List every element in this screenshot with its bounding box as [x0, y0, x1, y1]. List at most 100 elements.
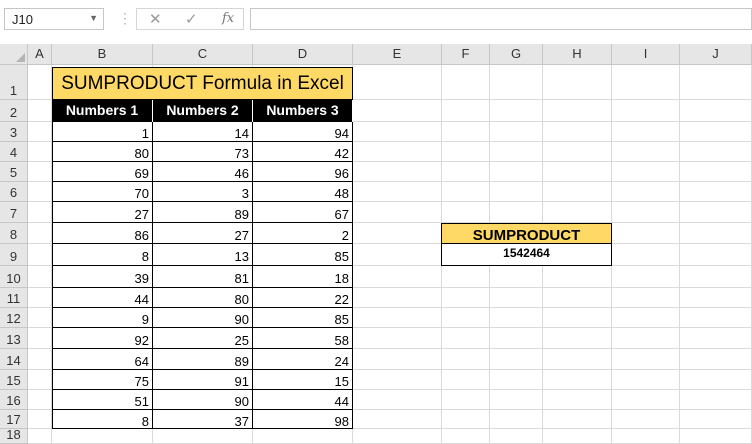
column-header[interactable]: A [28, 44, 52, 65]
row-number: 7 [9, 206, 18, 221]
table-cell[interactable]: 46 [153, 162, 253, 182]
table-cell[interactable]: 13 [153, 244, 253, 266]
row-header[interactable]: 10 [0, 266, 28, 288]
row-header[interactable]: 1 [0, 65, 28, 100]
table-cell[interactable]: 90 [153, 308, 253, 328]
table-cell[interactable]: 91 [153, 370, 253, 390]
table-cell[interactable]: 18 [253, 266, 353, 288]
column-header[interactable]: C [153, 44, 253, 65]
row-header[interactable]: 14 [0, 349, 28, 370]
table-cell[interactable]: 73 [153, 142, 253, 162]
column-title-cell[interactable]: Numbers 3 [253, 100, 353, 122]
row-header[interactable]: 13 [0, 328, 28, 349]
row-header[interactable]: 4 [0, 142, 28, 162]
row-header[interactable]: 6 [0, 182, 28, 202]
check-icon[interactable]: ✓ [185, 10, 198, 28]
table-cell[interactable]: 98 [253, 410, 353, 429]
column-header[interactable]: E [353, 44, 442, 65]
row-header[interactable]: 18 [0, 427, 28, 444]
table-cell[interactable]: 90 [153, 390, 253, 410]
row-number: 3 [9, 125, 18, 140]
table-cell[interactable]: 92 [52, 328, 153, 349]
row-header[interactable]: 9 [0, 244, 28, 266]
column-header[interactable]: I [612, 44, 680, 65]
column-header[interactable]: J [680, 44, 752, 65]
table-cell[interactable]: 96 [253, 162, 353, 182]
formula-input[interactable] [250, 8, 752, 30]
table-cell[interactable]: 81 [153, 266, 253, 288]
chevron-down-icon[interactable]: ▼ [89, 13, 98, 23]
table-cell[interactable]: 39 [52, 266, 153, 288]
table-cell[interactable]: 70 [52, 182, 153, 202]
name-box-value: J10 [12, 12, 33, 27]
row-header[interactable]: 16 [0, 390, 28, 410]
table-cell[interactable]: 85 [253, 308, 353, 328]
table-cell[interactable]: 15 [253, 370, 353, 390]
table-cell[interactable]: 1 [52, 122, 153, 142]
table-cell[interactable]: 86 [52, 223, 153, 244]
table-cell[interactable]: 58 [253, 328, 353, 349]
table-cell[interactable]: 8 [52, 244, 153, 266]
column-header[interactable]: B [52, 44, 153, 65]
table-cell[interactable]: 51 [52, 390, 153, 410]
table-cell[interactable]: 37 [153, 410, 253, 429]
row-number: 9 [9, 249, 18, 264]
table-cell[interactable]: 27 [52, 202, 153, 223]
row-header[interactable]: 7 [0, 202, 28, 223]
column-header[interactable]: F [442, 44, 490, 65]
name-box[interactable]: J10 ▼ [4, 8, 104, 30]
row-number: 2 [9, 105, 18, 120]
table-cell[interactable]: 89 [153, 202, 253, 223]
table-cell[interactable]: 80 [153, 288, 253, 308]
row-number: 18 [6, 427, 21, 442]
table-cell[interactable]: 44 [52, 288, 153, 308]
row-header[interactable]: 2 [0, 100, 28, 122]
table-cell[interactable]: 44 [253, 390, 353, 410]
table-cell[interactable]: 27 [153, 223, 253, 244]
column-header[interactable]: H [543, 44, 612, 65]
table-cell[interactable]: 42 [253, 142, 353, 162]
table-cell[interactable]: 2 [253, 223, 353, 244]
result-value[interactable]: 1542464 [441, 244, 612, 266]
table-title[interactable]: SUMPRODUCT Formula in Excel [52, 67, 353, 100]
table-cell[interactable]: 80 [52, 142, 153, 162]
row-header[interactable]: 3 [0, 122, 28, 142]
table-cell[interactable]: 67 [253, 202, 353, 223]
table-cell[interactable]: 64 [52, 349, 153, 370]
table-cell[interactable]: 14 [153, 122, 253, 142]
row-number: 15 [6, 373, 21, 388]
vertical-dots-icon: ⋮ [118, 10, 132, 26]
row-number: 11 [6, 291, 21, 306]
row-header[interactable]: 12 [0, 308, 28, 328]
formula-buttons: ✕ ✓ fx [136, 8, 244, 30]
table-cell[interactable]: 85 [253, 244, 353, 266]
column-title-cell[interactable]: Numbers 2 [153, 100, 253, 122]
row-number: 13 [6, 332, 21, 347]
row-header[interactable]: 5 [0, 162, 28, 182]
row-number: 6 [9, 185, 18, 200]
column-header[interactable]: D [253, 44, 353, 65]
row-number: 5 [9, 165, 18, 180]
row-number: 1 [9, 83, 18, 98]
table-cell[interactable]: 8 [52, 410, 153, 429]
result-label[interactable]: SUMPRODUCT [441, 223, 612, 244]
table-cell[interactable]: 75 [52, 370, 153, 390]
table-cell[interactable]: 89 [153, 349, 253, 370]
select-all-button[interactable] [0, 44, 28, 65]
row-number: 14 [6, 353, 21, 368]
table-cell[interactable]: 48 [253, 182, 353, 202]
table-cell[interactable]: 22 [253, 288, 353, 308]
table-cell[interactable]: 25 [153, 328, 253, 349]
column-title-cell[interactable]: Numbers 1 [52, 100, 153, 122]
row-header[interactable]: 8 [0, 223, 28, 244]
table-cell[interactable]: 69 [52, 162, 153, 182]
table-cell[interactable]: 94 [253, 122, 353, 142]
cancel-icon[interactable]: ✕ [149, 10, 162, 28]
row-header[interactable]: 15 [0, 370, 28, 390]
table-cell[interactable]: 24 [253, 349, 353, 370]
table-cell[interactable]: 9 [52, 308, 153, 328]
table-cell[interactable]: 3 [153, 182, 253, 202]
column-header[interactable]: G [490, 44, 543, 65]
row-header[interactable]: 11 [0, 288, 28, 308]
function-icon[interactable]: fx [222, 11, 234, 26]
